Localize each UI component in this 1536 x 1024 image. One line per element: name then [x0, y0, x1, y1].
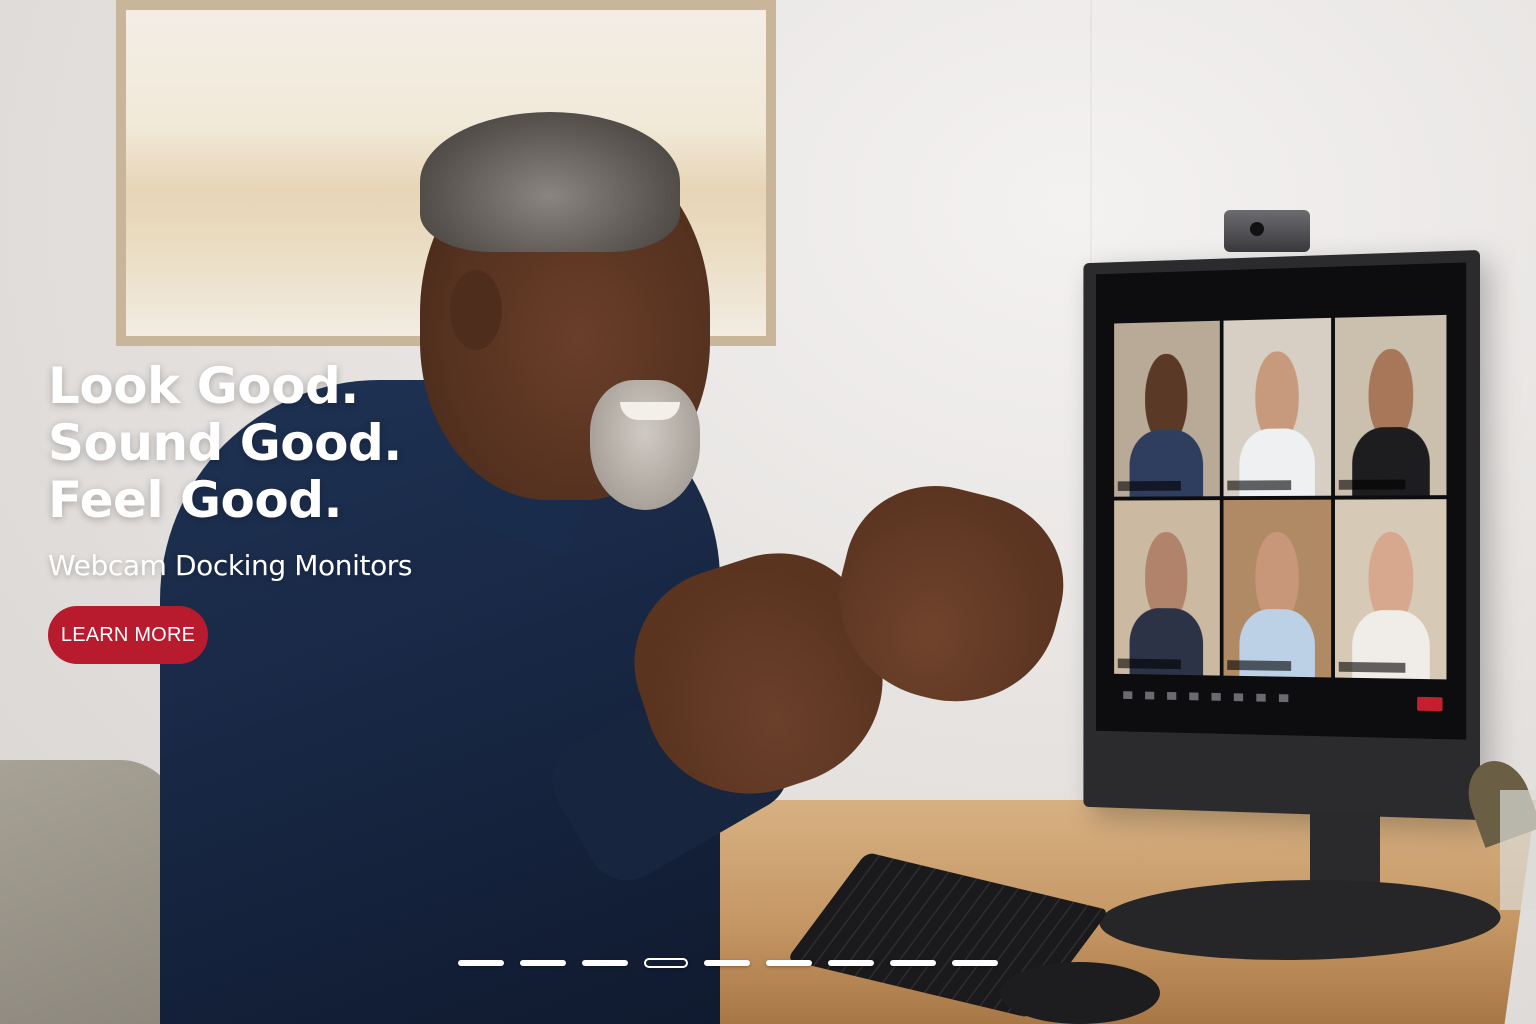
person-hair	[420, 112, 680, 252]
toolbar-icon	[1145, 692, 1154, 700]
mouse	[1000, 962, 1160, 1024]
participant-nameplate	[1227, 660, 1292, 671]
headline-line-1: Look Good.	[48, 358, 548, 415]
carousel-dot-1[interactable]	[458, 960, 504, 966]
participant-nameplate	[1118, 659, 1181, 670]
carousel-dot-3[interactable]	[582, 960, 628, 966]
carousel-dot-8[interactable]	[890, 960, 936, 966]
headline-line-2: Sound Good.	[48, 415, 548, 472]
toolbar-icon	[1279, 694, 1288, 702]
hero-copy: Look Good. Sound Good. Feel Good. Webcam…	[48, 358, 548, 583]
carousel-dot-6[interactable]	[766, 960, 812, 966]
carousel-indicators	[458, 958, 998, 968]
participant-nameplate	[1339, 479, 1405, 489]
call-toolbar	[1114, 685, 1446, 711]
toolbar-icon	[1256, 694, 1265, 702]
end-call-button	[1417, 697, 1442, 711]
person-beard	[590, 380, 700, 510]
carousel-dot-2[interactable]	[520, 960, 566, 966]
webcam	[1224, 210, 1310, 252]
participant-nameplate	[1227, 480, 1292, 490]
learn-more-button[interactable]: LEARN MORE	[48, 606, 208, 664]
carousel-dot-4[interactable]	[644, 958, 688, 968]
monitor-screen	[1096, 262, 1466, 739]
plant-vase	[1500, 790, 1536, 910]
participant-nameplate	[1118, 481, 1181, 491]
person-ear	[450, 270, 502, 350]
video-tile	[1223, 500, 1331, 678]
chair	[0, 760, 180, 1024]
toolbar-icon	[1167, 692, 1176, 700]
hero-banner: Look Good. Sound Good. Feel Good. Webcam…	[0, 0, 1536, 1024]
hero-subheadline: Webcam Docking Monitors	[48, 549, 548, 583]
video-tile	[1114, 321, 1219, 497]
toolbar-icon	[1189, 692, 1198, 700]
person-smile	[620, 402, 680, 420]
hero-headline: Look Good. Sound Good. Feel Good.	[48, 358, 548, 529]
carousel-dot-9[interactable]	[952, 960, 998, 966]
video-tile	[1114, 500, 1219, 675]
video-tile	[1223, 318, 1331, 496]
headline-line-3: Feel Good.	[48, 472, 548, 529]
webcam-lens	[1250, 222, 1264, 236]
toolbar-icon	[1123, 691, 1132, 699]
participant-nameplate	[1339, 662, 1405, 673]
video-tile	[1335, 499, 1446, 679]
monitor	[1083, 250, 1480, 820]
carousel-dot-5[interactable]	[704, 960, 750, 966]
toolbar-icon	[1234, 693, 1243, 701]
carousel-dot-7[interactable]	[828, 960, 874, 966]
video-call-grid	[1114, 315, 1446, 680]
video-tile	[1335, 315, 1446, 496]
toolbar-icon	[1211, 693, 1220, 701]
